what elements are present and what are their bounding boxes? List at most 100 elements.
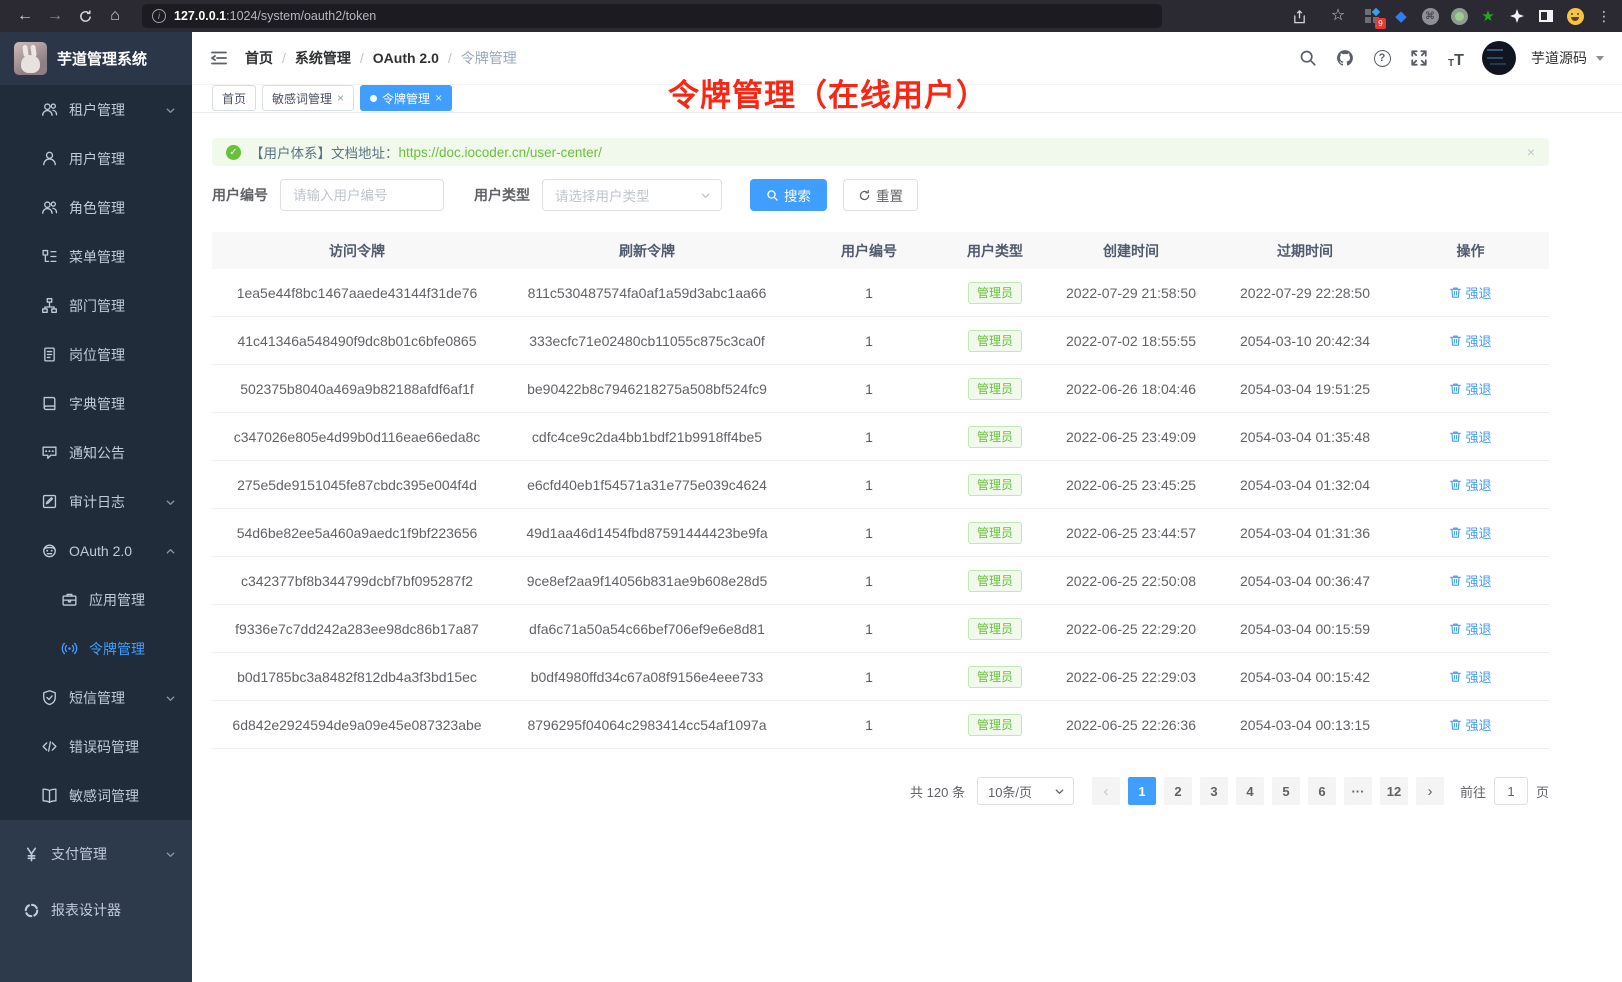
user-type-select[interactable]: 请选择用户类型: [542, 179, 722, 211]
extension-star-icon[interactable]: ★: [1478, 6, 1498, 26]
table-row: c347026e805e4d99b0d116eae66eda8ccdfc4ce9…: [212, 413, 1549, 461]
sidebar-item-tenant[interactable]: 租户管理: [0, 85, 192, 134]
help-icon[interactable]: ?: [1371, 47, 1393, 69]
breadcrumb-home[interactable]: 首页: [245, 48, 273, 68]
alert-close-icon[interactable]: ×: [1527, 144, 1535, 160]
column-header: 用户类型: [946, 241, 1044, 261]
force-logout-button[interactable]: 强退: [1449, 283, 1491, 302]
share-icon[interactable]: [1284, 9, 1314, 24]
force-logout-button[interactable]: 强退: [1449, 715, 1491, 734]
page-button-4[interactable]: 4: [1236, 777, 1264, 805]
app-logo-row[interactable]: 芋道管理系统: [0, 32, 192, 85]
extension-grid-icon[interactable]: 9: [1362, 6, 1382, 26]
font-size-icon[interactable]: TT: [1445, 47, 1467, 69]
expire-time-cell: 2054-03-04 19:51:25: [1218, 381, 1392, 397]
tab-sensitive-word[interactable]: 敏感词管理 ×: [262, 85, 354, 111]
extension-gem-icon[interactable]: ◆: [1391, 6, 1411, 26]
extension-sidepanel-icon[interactable]: [1536, 6, 1556, 26]
goto-page-input[interactable]: [1494, 777, 1528, 805]
action-cell: 强退: [1392, 379, 1549, 398]
sidebar-item-post[interactable]: 岗位管理: [0, 330, 192, 379]
github-icon[interactable]: [1334, 47, 1356, 69]
created-time-cell: 2022-06-25 23:45:25: [1044, 477, 1218, 493]
page-button-12[interactable]: 12: [1380, 777, 1408, 805]
user-avatar[interactable]: [1482, 41, 1516, 75]
sidebar-item-role[interactable]: 角色管理: [0, 183, 192, 232]
user-type-cell: 管理员: [946, 282, 1044, 304]
fullscreen-icon[interactable]: [1408, 47, 1430, 69]
user-type-badge: 管理员: [968, 618, 1022, 640]
sidebar-item-menu[interactable]: 菜单管理: [0, 232, 192, 281]
extension-badge: 9: [1375, 18, 1386, 29]
search-button[interactable]: 搜索: [750, 179, 827, 211]
reset-button[interactable]: 重置: [843, 179, 918, 211]
bookmark-star-icon[interactable]: ☆: [1323, 8, 1353, 24]
sidebar-item-oauth2[interactable]: OAuth 2.0: [0, 526, 192, 575]
page-button-3[interactable]: 3: [1200, 777, 1228, 805]
browser-home-icon[interactable]: ⌂: [100, 8, 130, 24]
sidebar-item-pay[interactable]: 支付管理: [0, 826, 192, 882]
user-type-cell: 管理员: [946, 426, 1044, 448]
force-logout-button[interactable]: 强退: [1449, 571, 1491, 590]
force-logout-button[interactable]: 强退: [1449, 667, 1491, 686]
page-size-select[interactable]: 10条/页: [977, 777, 1074, 805]
sidebar-item-oauth2-token[interactable]: 令牌管理: [0, 624, 192, 673]
prev-page-button[interactable]: ‹: [1092, 777, 1120, 805]
next-page-button[interactable]: ›: [1416, 777, 1444, 805]
breadcrumb-system[interactable]: 系统管理: [295, 48, 351, 68]
more-pages-button[interactable]: ···: [1344, 777, 1372, 805]
trash-icon: [1449, 718, 1462, 731]
tab-home[interactable]: 首页: [212, 85, 256, 111]
org-icon: [40, 297, 58, 315]
action-cell: 强退: [1392, 475, 1549, 494]
sidebar-item-user[interactable]: 用户管理: [0, 134, 192, 183]
page-button-6[interactable]: 6: [1308, 777, 1336, 805]
force-logout-button[interactable]: 强退: [1449, 379, 1491, 398]
force-logout-button[interactable]: 强退: [1449, 475, 1491, 494]
force-logout-button[interactable]: 强退: [1449, 427, 1491, 446]
browser-menu-icon[interactable]: ⋮: [1597, 8, 1612, 25]
sidebar-item-notice[interactable]: 通知公告: [0, 428, 192, 477]
page-button-5[interactable]: 5: [1272, 777, 1300, 805]
sidebar-collapse-icon[interactable]: [209, 48, 229, 68]
access-token-cell: 1ea5e44f8bc1467aaede43144f31de76: [212, 285, 502, 301]
expire-time-cell: 2022-07-29 22:28:50: [1218, 285, 1392, 301]
chevron-down-icon[interactable]: [1596, 56, 1604, 61]
user-id-cell: 1: [792, 717, 946, 733]
tab-token[interactable]: 令牌管理 ×: [360, 85, 452, 111]
sidebar-item-dept[interactable]: 部门管理: [0, 281, 192, 330]
force-logout-button[interactable]: 强退: [1449, 331, 1491, 350]
browser-back-icon[interactable]: ←: [10, 8, 40, 24]
sidebar-item-audit-log[interactable]: 审计日志: [0, 477, 192, 526]
column-header: 刷新令牌: [502, 241, 792, 261]
user-name[interactable]: 芋道源码: [1531, 48, 1587, 68]
browser-chrome: ← → ⌂ i 127.0.0.1:1024/system/oauth2/tok…: [0, 0, 1622, 32]
user-type-badge: 管理员: [968, 330, 1022, 352]
alert-doc-link[interactable]: https://doc.iocoder.cn/user-center/: [399, 145, 602, 160]
force-logout-button[interactable]: 强退: [1449, 619, 1491, 638]
search-icon[interactable]: [1297, 47, 1319, 69]
sidebar-item-dict[interactable]: 字典管理: [0, 379, 192, 428]
info-icon[interactable]: i: [152, 9, 166, 23]
sidebar-item-sensitive-word[interactable]: 敏感词管理: [0, 771, 192, 820]
force-logout-button[interactable]: 强退: [1449, 523, 1491, 542]
access-token-cell: 41c41346a548490f9dc8b01c6bfe0865: [212, 333, 502, 349]
breadcrumb-oauth2[interactable]: OAuth 2.0: [373, 50, 439, 66]
sidebar-item-report-designer[interactable]: 报表设计器: [0, 882, 192, 938]
close-icon[interactable]: ×: [435, 91, 442, 105]
page-button-2[interactable]: 2: [1164, 777, 1192, 805]
page-button-1[interactable]: 1: [1128, 777, 1156, 805]
extension-pinwheel-icon[interactable]: [1507, 6, 1527, 26]
extension-command-icon[interactable]: ⌘: [1420, 6, 1440, 26]
profile-avatar-icon[interactable]: [1565, 6, 1585, 26]
browser-reload-icon[interactable]: [70, 9, 100, 24]
url-bar[interactable]: i 127.0.0.1:1024/system/oauth2/token: [142, 4, 1162, 28]
user-id-input[interactable]: [280, 179, 444, 211]
sidebar-item-error-code[interactable]: 错误码管理: [0, 722, 192, 771]
sidebar-item-oauth2-app[interactable]: 应用管理: [0, 575, 192, 624]
sidebar-item-sms[interactable]: 短信管理: [0, 673, 192, 722]
extension-record-icon[interactable]: [1449, 6, 1469, 26]
close-icon[interactable]: ×: [337, 91, 344, 105]
success-alert: ✓ 【用户体系】文档地址： https://doc.iocoder.cn/use…: [212, 138, 1549, 166]
browser-forward-icon[interactable]: →: [40, 8, 70, 24]
